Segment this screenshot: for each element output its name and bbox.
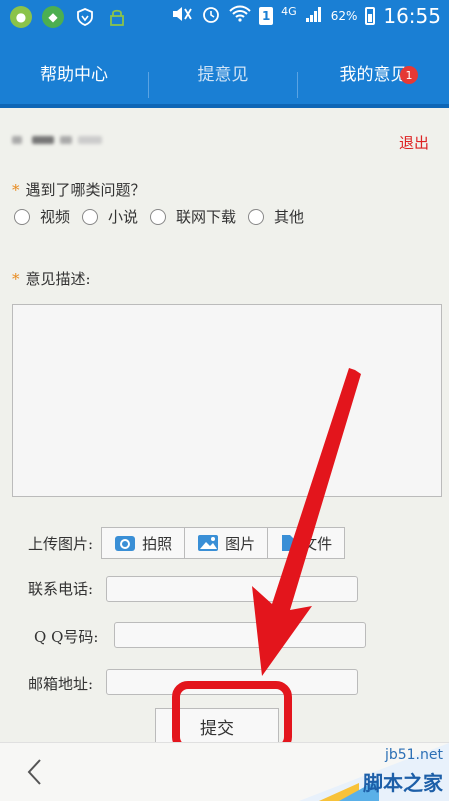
upload-row: 上传图片: 拍照 图片 文件 xyxy=(28,527,346,559)
required-mark: * xyxy=(12,270,20,288)
signal-icon xyxy=(305,5,323,27)
battery-icon xyxy=(365,7,376,25)
tab-underline xyxy=(0,104,449,108)
tab-label: 帮助中心 xyxy=(40,64,108,85)
watermark-name: 脚本之家 xyxy=(363,771,443,795)
upload-label: 上传图片: xyxy=(28,534,94,553)
tab-label: 提意见 xyxy=(197,64,249,85)
qq-label: Q Q号码: xyxy=(34,628,99,646)
tab-help-center[interactable]: 帮助中心 xyxy=(0,36,148,108)
take-photo-button[interactable]: 拍照 xyxy=(102,528,186,558)
button-label: 拍照 xyxy=(142,534,173,553)
radio-circle[interactable] xyxy=(248,208,265,225)
tab-feedback[interactable]: 提意见 xyxy=(149,36,297,108)
question-type-label: * 遇到了哪类问题？ xyxy=(12,179,146,200)
radio-label: 小说 xyxy=(108,208,139,226)
choose-file-button[interactable]: 文件 xyxy=(268,528,344,558)
battery-percent: 62% xyxy=(330,9,358,23)
radio-circle[interactable] xyxy=(150,208,167,225)
qq-input[interactable] xyxy=(114,622,366,648)
email-input[interactable] xyxy=(106,669,358,695)
camera-icon xyxy=(114,534,136,552)
radio-novel[interactable]: 小说 xyxy=(82,206,138,227)
choose-image-button[interactable]: 图片 xyxy=(185,528,269,558)
button-label: 图片 xyxy=(225,534,256,553)
radio-circle[interactable] xyxy=(14,208,30,225)
tab-label: 我的意见 xyxy=(339,64,408,85)
network-type: 4G xyxy=(281,4,297,18)
bottom-navigation-bar: jb51.net 脚本之家 xyxy=(0,742,449,801)
email-label: 邮箱地址: xyxy=(28,675,94,693)
description-text: 意见描述: xyxy=(25,270,91,288)
security-app-icon: ◆ xyxy=(42,6,64,28)
phone-label: 联系电话: xyxy=(28,580,94,598)
radio-circle[interactable] xyxy=(82,208,99,225)
watermark: jb51.net 脚本之家 xyxy=(299,743,449,801)
tab-bar: 帮助中心 提意见 我的意见 1 xyxy=(0,36,449,108)
tab-my-feedback[interactable]: 我的意见 xyxy=(298,36,449,108)
question-type-options: 视频 小说 联网下载 其他 xyxy=(14,206,316,227)
watermark-site: jb51.net xyxy=(384,747,443,763)
alarm-icon xyxy=(201,4,221,28)
submit-button[interactable]: 提交 xyxy=(155,708,279,744)
lock-icon xyxy=(106,6,128,28)
app-notification-icon: ● xyxy=(10,6,32,28)
radio-label: 其他 xyxy=(274,208,305,226)
description-label: * 意见描述: xyxy=(12,268,91,289)
back-icon[interactable] xyxy=(24,757,44,791)
phone-input[interactable] xyxy=(106,576,358,602)
logout-link[interactable]: 退出 xyxy=(399,132,429,153)
wifi-icon xyxy=(229,5,251,27)
status-bar: ● ◆ 1 4G 62% 16:55 xyxy=(0,0,449,36)
radio-other[interactable]: 其他 xyxy=(248,206,304,227)
description-textarea[interactable] xyxy=(12,304,442,497)
user-account-blurred xyxy=(12,133,102,147)
radio-label: 联网下载 xyxy=(176,208,237,226)
question-type-text: 遇到了哪类问题？ xyxy=(25,181,146,199)
clock: 16:55 xyxy=(383,4,441,28)
radio-label: 视频 xyxy=(40,208,71,226)
shield-icon xyxy=(74,6,96,28)
required-mark: * xyxy=(12,181,20,199)
upload-button-group: 拍照 图片 文件 xyxy=(101,527,346,559)
mute-icon xyxy=(171,5,193,27)
notification-badge: 1 xyxy=(400,66,418,84)
button-label: 文件 xyxy=(302,534,333,553)
radio-video[interactable]: 视频 xyxy=(14,206,70,227)
file-icon xyxy=(280,534,296,552)
image-icon xyxy=(197,534,219,552)
radio-online-download[interactable]: 联网下载 xyxy=(150,206,236,227)
sim-slot-indicator: 1 xyxy=(259,7,274,25)
